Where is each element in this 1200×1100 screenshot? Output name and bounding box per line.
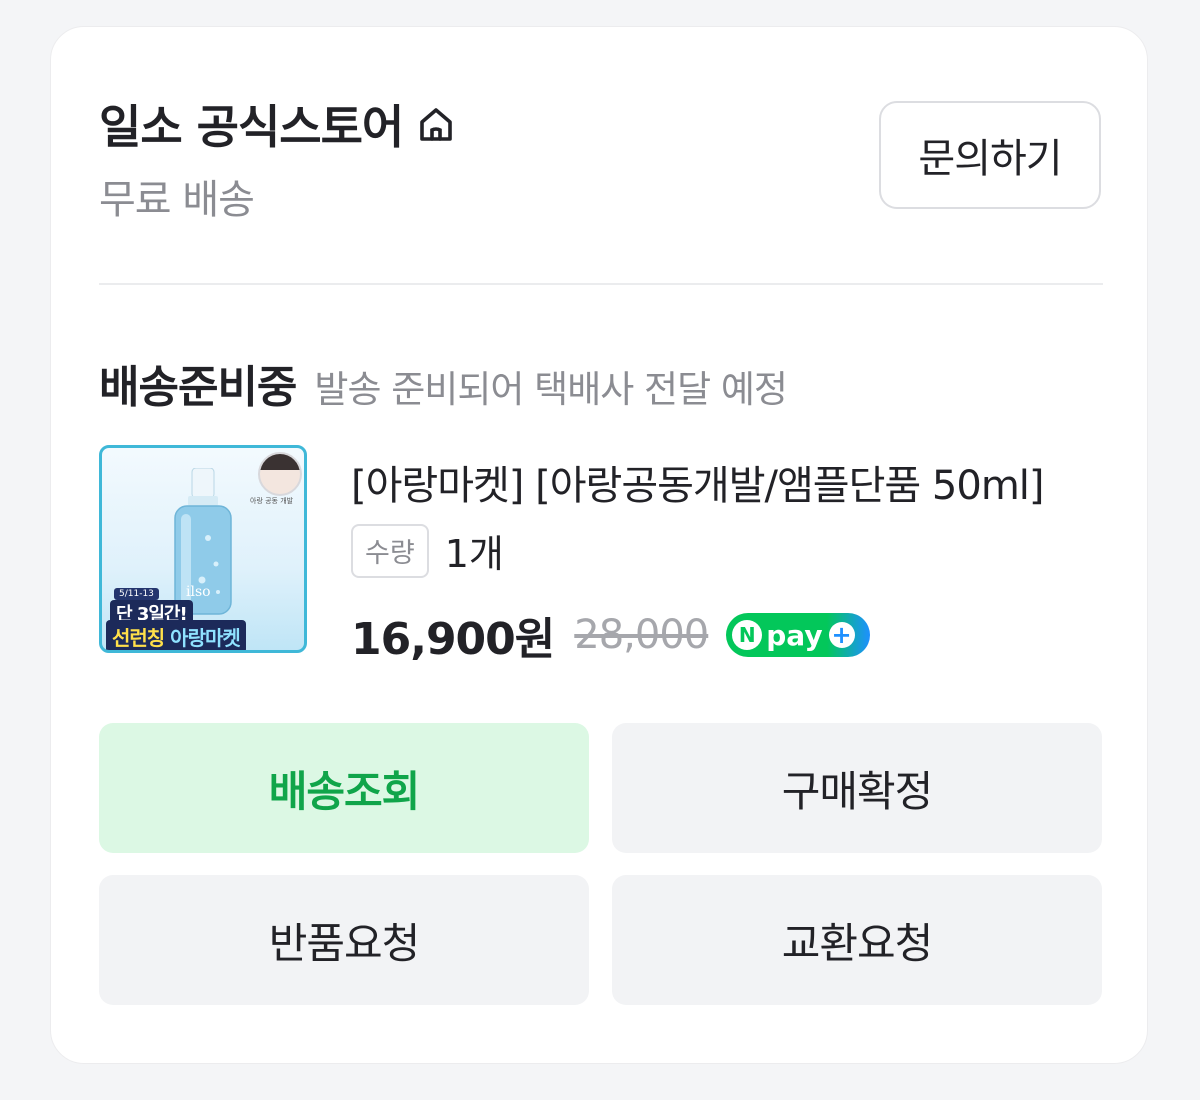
original-price: 28,000 [574, 612, 709, 658]
plus-icon: + [828, 622, 855, 648]
quantity-label: 수량 [351, 523, 429, 578]
thumb-date: 5/11-13 [114, 588, 159, 600]
npay-plus-badge: N pay + [726, 613, 871, 657]
thumb-promo-prelaunch: 선런칭 [112, 626, 165, 650]
sale-price: 16,900원 [351, 614, 555, 665]
quantity-row: 수량 1개 [351, 523, 504, 578]
npay-n-icon: N [732, 620, 763, 650]
thumb-promo-market: 아랑마켓 [170, 626, 241, 650]
delivery-status: 배송준비중 발송 준비되어 택배사 전달 예정 [99, 351, 788, 415]
shipping-fee-note: 무료 배송 [99, 177, 255, 223]
npay-label: pay [766, 618, 823, 652]
status-title: 배송준비중 [99, 362, 297, 413]
price-row: 16,900원 28,000 N pay + [351, 603, 871, 667]
return-request-button[interactable]: 반품요청 [99, 875, 589, 1005]
exchange-request-button[interactable]: 교환요청 [612, 875, 1102, 1005]
order-card: 일소 공식스토어 무료 배송 문의하기 배송준비중 발송 준비되어 택배사 전달… [50, 26, 1148, 1064]
thumb-face-tag: 아랑 공동 개발 [250, 497, 294, 505]
status-description: 발송 준비되어 택배사 전달 예정 [314, 368, 788, 411]
quantity-value: 1개 [444, 532, 504, 576]
divider [99, 283, 1103, 285]
track-delivery-button[interactable]: 배송조회 [99, 723, 589, 853]
store-header[interactable]: 일소 공식스토어 [99, 91, 457, 157]
product-title[interactable]: [아랑마켓] [아랑공동개발/앰플단품 50ml] [351, 453, 1103, 511]
ampoule-bottle-image: ilso [174, 468, 232, 615]
thumb-brand: ilso [186, 584, 211, 600]
thumb-promo-line2: 선런칭 아랑마켓 [106, 620, 246, 650]
model-avatar [258, 452, 302, 496]
product-thumbnail[interactable]: ilso 아랑 공동 개발 5/11-13 단 3일간! 선런칭 아랑마켓 [99, 445, 307, 653]
inquiry-button[interactable]: 문의하기 [879, 101, 1101, 209]
home-icon [420, 108, 453, 141]
store-name[interactable]: 일소 공식스토어 [99, 91, 404, 157]
confirm-purchase-button[interactable]: 구매확정 [612, 723, 1102, 853]
